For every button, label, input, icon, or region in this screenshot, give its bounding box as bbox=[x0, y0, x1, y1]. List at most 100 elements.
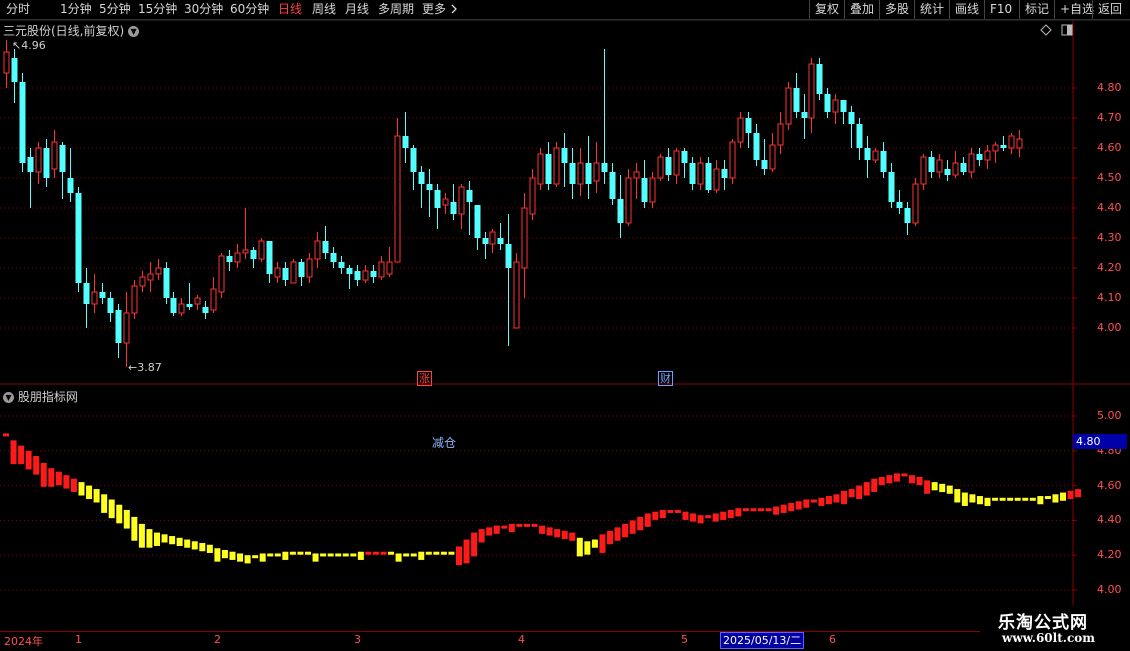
candle-body bbox=[322, 241, 329, 253]
overlay-button[interactable]: 叠加 bbox=[844, 0, 879, 19]
indicator-bar bbox=[825, 496, 832, 505]
indicator-bar bbox=[1037, 496, 1044, 505]
candle-body bbox=[896, 202, 903, 208]
chart-canvas bbox=[0, 19, 1130, 631]
indicator-bar bbox=[765, 508, 772, 512]
limit-up-marker[interactable]: 涨 bbox=[417, 371, 432, 386]
indicator-bar bbox=[584, 541, 591, 555]
indicator-bar bbox=[682, 511, 689, 520]
dropdown-circle-icon[interactable]: ▼ bbox=[3, 392, 14, 403]
period-tab-multi[interactable]: 多周期 bbox=[378, 0, 414, 19]
candle-body bbox=[290, 261, 297, 284]
period-tab-daily[interactable]: 日线 bbox=[278, 0, 302, 19]
candle-body bbox=[186, 304, 193, 307]
indicator-bar bbox=[939, 483, 946, 493]
mark-button[interactable]: 标记 bbox=[1019, 0, 1054, 19]
indicator-bar bbox=[395, 553, 402, 562]
indicator-bar bbox=[720, 511, 727, 520]
indicator-bar bbox=[629, 520, 636, 534]
indicator-tick-label: 4.20 bbox=[1097, 548, 1122, 562]
diamond-icon[interactable] bbox=[1040, 24, 1052, 36]
candle-body bbox=[992, 144, 999, 152]
period-tab-60min[interactable]: 60分钟 bbox=[230, 0, 269, 19]
indicator-bar bbox=[33, 456, 40, 475]
candle-body bbox=[458, 186, 465, 215]
draw-line-button[interactable]: 画线 bbox=[949, 0, 984, 19]
candle-body bbox=[633, 171, 640, 179]
financial-report-marker[interactable]: 财 bbox=[658, 371, 673, 386]
candle-body bbox=[697, 162, 704, 185]
indicator-bar bbox=[795, 501, 802, 510]
candle-body bbox=[43, 148, 50, 178]
candle-body bbox=[864, 148, 871, 160]
price-tick-label: 4.40 bbox=[1097, 201, 1122, 214]
period-tab-5min[interactable]: 5分钟 bbox=[99, 0, 131, 19]
indicator-bar bbox=[93, 489, 100, 503]
candle-body bbox=[585, 163, 592, 184]
month-label: 1 bbox=[75, 633, 82, 646]
indicator-bar bbox=[901, 473, 908, 477]
indicator-bar bbox=[123, 509, 130, 529]
fuquan-button[interactable]: 复权 bbox=[809, 0, 844, 19]
f10-button[interactable]: F10 bbox=[984, 0, 1017, 19]
indicator-bar bbox=[523, 523, 530, 527]
candle-body bbox=[27, 157, 34, 172]
back-button[interactable]: 返回 bbox=[1092, 0, 1127, 19]
period-tab-30min[interactable]: 30分钟 bbox=[184, 0, 223, 19]
signal-label: 减仓 bbox=[432, 436, 457, 450]
indicator-bar bbox=[327, 553, 334, 557]
price-tick-label: 4.70 bbox=[1097, 111, 1122, 124]
main-panel-title[interactable]: 三元股份(日线,前复权) ▼ bbox=[3, 22, 140, 39]
high-label: 4.96 bbox=[21, 39, 46, 52]
candle-body bbox=[155, 267, 162, 275]
period-tab-weekly[interactable]: 周线 bbox=[312, 0, 336, 19]
multi-stock-button[interactable]: 多股 bbox=[879, 0, 914, 19]
candle-body bbox=[282, 268, 289, 280]
candle-body bbox=[880, 151, 887, 172]
indicator-bar bbox=[18, 445, 25, 465]
indicator-bar bbox=[357, 551, 364, 560]
price-tick-label: 4.30 bbox=[1097, 231, 1122, 244]
candle-body bbox=[489, 231, 496, 245]
candle-body bbox=[19, 82, 26, 163]
indicator-bar bbox=[169, 536, 176, 545]
more-menu[interactable]: 更多 bbox=[422, 0, 458, 19]
indicator-bar bbox=[501, 525, 508, 529]
candle-body bbox=[115, 310, 122, 343]
indicator-bar bbox=[667, 509, 674, 513]
indicator-bar bbox=[856, 485, 863, 499]
indicator-bar bbox=[516, 523, 523, 527]
indicator-bar bbox=[1075, 489, 1082, 498]
dropdown-circle-icon[interactable]: ▼ bbox=[128, 26, 140, 37]
indicator-panel-title[interactable]: ▼ 股朋指标网 bbox=[3, 388, 78, 405]
statistics-button[interactable]: 统计 bbox=[914, 0, 949, 19]
candle-body bbox=[202, 307, 209, 313]
candle-body bbox=[346, 268, 353, 274]
period-tab-1min[interactable]: 1分钟 bbox=[60, 0, 92, 19]
candle-body bbox=[960, 163, 967, 172]
indicator-tick-label: 4.00 bbox=[1097, 583, 1122, 596]
candle-body bbox=[306, 258, 313, 278]
candle-body bbox=[194, 297, 201, 305]
indicator-bar bbox=[909, 475, 915, 484]
period-tab-intraday[interactable]: 分时 bbox=[6, 0, 30, 19]
candle-body bbox=[673, 150, 680, 176]
indicator-bar bbox=[372, 551, 379, 555]
indicator-bar bbox=[893, 473, 900, 482]
indicator-bar bbox=[576, 537, 583, 557]
candle-body bbox=[976, 154, 983, 160]
month-label: 2 bbox=[214, 633, 221, 646]
candle-body bbox=[163, 268, 170, 298]
period-tab-monthly[interactable]: 月线 bbox=[345, 0, 369, 19]
indicator-bar bbox=[976, 496, 983, 505]
indicator-bar bbox=[607, 530, 613, 545]
panel-controls bbox=[1040, 24, 1073, 36]
indicator-bar bbox=[478, 529, 485, 543]
watermark-url: www.60lt.com bbox=[1002, 631, 1095, 645]
indicator-bar bbox=[252, 555, 259, 559]
candle-body bbox=[816, 64, 823, 94]
indicator-bar bbox=[659, 509, 666, 519]
period-tab-15min[interactable]: 15分钟 bbox=[138, 0, 177, 19]
watermark: 乐淘公式网 www.60lt.com bbox=[980, 605, 1130, 650]
more-label: 更多 bbox=[422, 2, 447, 16]
